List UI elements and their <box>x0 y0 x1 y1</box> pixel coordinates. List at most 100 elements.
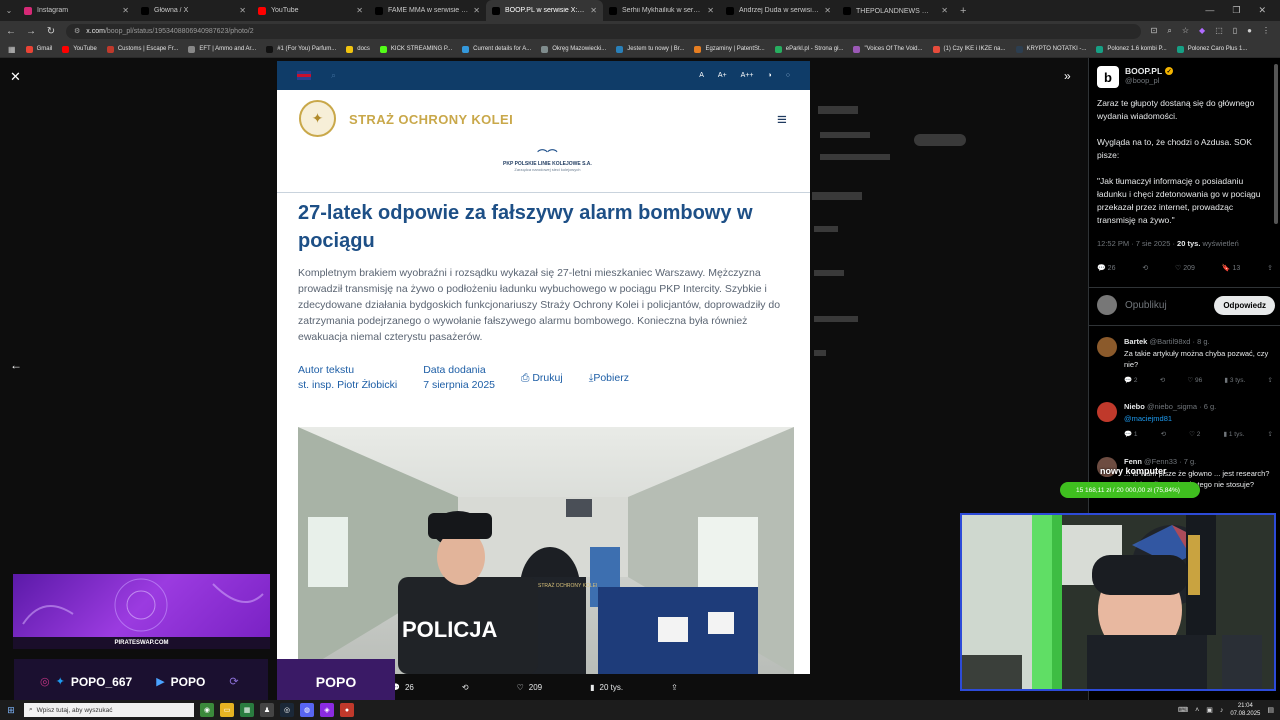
reply-views[interactable]: ▮ 1 tys. <box>1223 430 1244 438</box>
reply-share-button[interactable]: ⇪ <box>1268 430 1273 438</box>
app-icon[interactable]: ♟ <box>260 703 274 717</box>
share-button[interactable]: ⇪ <box>1267 264 1273 272</box>
browser-tab[interactable]: THEPOLANDNEWS 🔵 w serwisie... ✕ <box>837 0 954 21</box>
excel-icon[interactable]: ▦ <box>240 703 254 717</box>
reply-input[interactable]: Opublikuj <box>1125 300 1206 311</box>
sidebar-icon[interactable]: ▯ <box>1233 26 1237 36</box>
bookmark-button[interactable]: 🔖 13 <box>1222 264 1240 272</box>
viewer-share-button[interactable]: ⇪ <box>671 683 678 692</box>
bookmark-item[interactable]: Customs | Escape Fr... <box>106 45 178 53</box>
author-name[interactable]: BOOP.PL <box>1125 66 1162 76</box>
site-info-icon[interactable]: ⚙ <box>74 27 80 35</box>
tab-close-icon[interactable]: ✕ <box>824 6 831 15</box>
font-size-a-plus-plus[interactable]: A++ <box>741 72 754 79</box>
bookmark-item[interactable]: eParkl.pl - Strona gł... <box>774 45 843 53</box>
obs-icon[interactable]: ● <box>340 703 354 717</box>
contrast-icon[interactable]: ◑ <box>768 72 772 79</box>
tray-chevron-icon[interactable]: ˄ <box>1195 707 1199 714</box>
file-explorer-icon[interactable]: ▭ <box>220 703 234 717</box>
bookmark-item[interactable]: Okręg Mazowiecki... <box>541 45 606 53</box>
install-icon[interactable]: ⊡ <box>1151 26 1158 36</box>
new-tab-button[interactable]: + <box>954 5 972 17</box>
bookmark-item[interactable]: Polonez Caro Plus 1... <box>1176 45 1247 53</box>
browser-tab[interactable]: Główna / X ✕ <box>135 0 252 21</box>
bookmark-item[interactable]: Egzaminy | PatentSt... <box>694 45 765 53</box>
font-size-a-plus[interactable]: A+ <box>718 72 727 79</box>
bookmark-item[interactable]: YouTube <box>62 45 97 53</box>
hamburger-menu-icon[interactable]: ≡ <box>777 110 787 130</box>
tab-close-icon[interactable]: ✕ <box>356 6 363 15</box>
browser-tab[interactable]: FAME MMA w serwisie X: „TUS... ✕ <box>369 0 486 21</box>
clock[interactable]: 21:04 07.08.2025 <box>1230 702 1260 718</box>
extensions-puzzle-icon[interactable]: ⬚ <box>1215 26 1223 36</box>
close-window-icon[interactable]: ✕ <box>1258 5 1266 16</box>
forward-icon[interactable]: → <box>26 26 36 37</box>
chrome-app-icon[interactable]: ◉ <box>200 703 214 717</box>
download-link[interactable]: ⤓Pobierz <box>589 363 629 393</box>
profile-icon[interactable]: ● <box>1247 26 1252 36</box>
reply-button[interactable]: 💬 26 <box>1097 264 1115 272</box>
network-icon[interactable]: ▣ <box>1206 706 1213 714</box>
viewer-like-button[interactable]: ♡ 209 <box>517 683 543 692</box>
font-size-a[interactable]: A <box>699 72 704 79</box>
discord-icon[interactable]: ◍ <box>300 703 314 717</box>
tab-close-icon[interactable]: ✕ <box>122 6 129 15</box>
notifications-icon[interactable]: ▤ <box>1267 706 1274 714</box>
tab-close-icon[interactable]: ✕ <box>707 6 714 15</box>
close-icon[interactable]: ✕ <box>10 69 21 85</box>
bookmark-item[interactable]: Gmail <box>25 45 52 53</box>
bookmark-item[interactable]: #1 (For You) Parfum... <box>266 45 336 53</box>
reply-author-name[interactable]: Bartek <box>1124 337 1147 346</box>
viewer-repost-button[interactable]: ⟲ <box>462 683 469 692</box>
reply-share-button[interactable]: ⇪ <box>1268 376 1273 384</box>
menu-dots-icon[interactable]: ⋮ <box>1262 26 1270 36</box>
volume-icon[interactable]: ♪ <box>1220 707 1224 714</box>
tab-close-icon[interactable]: ✕ <box>239 6 246 15</box>
reply-author-name[interactable]: Fenn <box>1124 457 1142 466</box>
reply-like-button[interactable]: ♡ 2 <box>1189 430 1200 438</box>
author-handle[interactable]: @boop_pl <box>1125 76 1173 85</box>
address-bar[interactable]: ⚙ x.com/boop_pl/status/19534088069409876… <box>66 23 1141 39</box>
bookmark-item[interactable]: EFT | Ammo and Ar... <box>188 45 256 53</box>
bookmark-item[interactable]: Polonez 1.6 kombi P... <box>1096 45 1167 53</box>
panel-scrollbar[interactable] <box>1274 64 1278 224</box>
bookmark-item[interactable]: (1) Czy IKE i IKZE na... <box>932 45 1006 53</box>
browser-tab[interactable]: BOOP.PL w serwisie X: „Zaraz te... ✕ <box>486 0 603 21</box>
browser-tab[interactable]: Serhii Mykhailiuk w serwisie X: ... ✕ <box>603 0 720 21</box>
tab-close-icon[interactable]: ✕ <box>941 6 948 15</box>
repost-button[interactable]: ⟲ <box>1142 264 1148 272</box>
like-button[interactable]: ♡ 209 <box>1175 264 1195 272</box>
back-icon[interactable]: ← <box>6 26 16 37</box>
bookmark-star-icon[interactable]: ☆ <box>1182 26 1189 36</box>
search-icon[interactable]: ⌕ <box>331 70 336 81</box>
tweet-time[interactable]: 12:52 PM · 7 sie 2025 · <box>1097 239 1177 248</box>
tab-close-icon[interactable]: ✕ <box>473 6 480 15</box>
reply-avatar[interactable] <box>1097 402 1117 422</box>
reply-reply-button[interactable]: 💬 2 <box>1124 376 1138 384</box>
keyboard-icon[interactable]: ⌨ <box>1178 706 1188 714</box>
browser-tab[interactable]: Instagram ✕ <box>18 0 135 21</box>
start-icon[interactable]: ⊞ <box>4 705 18 716</box>
tab-search-icon[interactable]: ⌄ <box>0 6 18 15</box>
reply-reply-button[interactable]: 💬 1 <box>1124 430 1138 438</box>
taskbar-search[interactable]: ⌕ Wpisz tutaj, aby wyszukać <box>24 703 194 717</box>
tweet-author[interactable]: b BOOP.PL ✓ @boop_pl <box>1097 66 1174 88</box>
reply-views[interactable]: ▮ 3 tys. <box>1224 376 1245 384</box>
english-flag-icon[interactable] <box>297 71 311 80</box>
browser-tab[interactable]: Andrzej Duda w serwisie X: „Po... ✕ <box>720 0 837 21</box>
bookmark-item[interactable]: Jestem tu nowy | Br... <box>616 45 684 53</box>
app2-icon[interactable]: ◈ <box>320 703 334 717</box>
extension-icon[interactable]: ◆ <box>1199 26 1205 36</box>
steam-icon[interactable]: ◎ <box>280 703 294 717</box>
author-avatar[interactable]: b <box>1097 66 1119 88</box>
bookmark-item[interactable]: KICK STREAMING P... <box>379 45 452 53</box>
tab-close-icon[interactable]: ✕ <box>590 6 597 15</box>
maximize-icon[interactable]: ❐ <box>1232 5 1240 16</box>
bookmark-item[interactable]: Current details for A... <box>462 45 531 53</box>
reload-icon[interactable]: ↻ <box>46 26 56 37</box>
reply-repost-button[interactable]: ⟲ <box>1160 376 1165 384</box>
link-icon[interactable]: ○ <box>786 72 790 79</box>
bookmark-item[interactable]: docs <box>346 45 370 53</box>
reply-repost-button[interactable]: ⟲ <box>1161 430 1166 438</box>
reply-submit-button[interactable]: Odpowiedz <box>1214 295 1275 315</box>
